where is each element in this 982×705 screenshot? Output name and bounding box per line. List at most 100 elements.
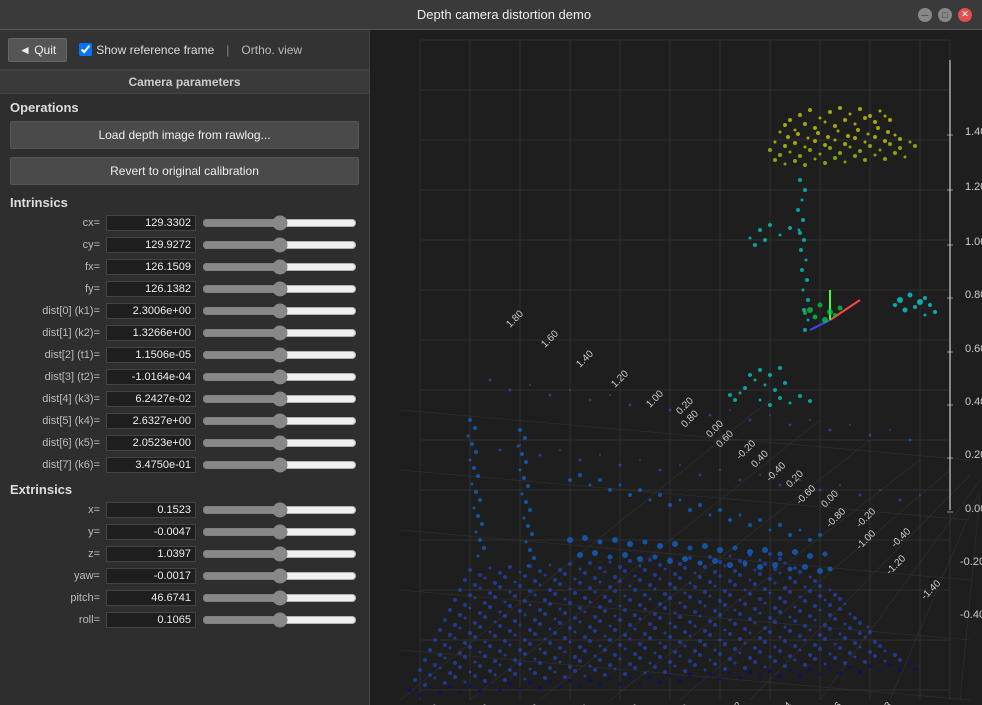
extrinsics-label: Extrinsics: [0, 476, 369, 499]
show-ref-frame-input[interactable]: [79, 43, 92, 56]
load-depth-button[interactable]: Load depth image from rawlog...: [10, 121, 359, 149]
axis-label-060: 0.60: [965, 343, 982, 355]
param-slider[interactable]: [202, 370, 357, 384]
intrinsic-row: cy=: [0, 234, 369, 256]
extrinsic-row: z=: [0, 543, 369, 565]
param-label: fx=: [6, 261, 106, 273]
param-value-input[interactable]: [106, 546, 196, 562]
param-slider[interactable]: [202, 503, 357, 517]
intrinsics-label: Intrinsics: [0, 189, 369, 212]
param-value-input[interactable]: [106, 259, 196, 275]
param-value-input[interactable]: [106, 413, 196, 429]
axis-label-neg040: -0.40: [960, 609, 982, 621]
intrinsic-row: dist[2] (t1)=: [0, 344, 369, 366]
param-label: dist[5] (k4)=: [6, 415, 106, 427]
param-label: dist[3] (t2)=: [6, 371, 106, 383]
param-slider[interactable]: [202, 282, 357, 296]
extrinsic-row: y=: [0, 521, 369, 543]
axis-label-000: 0.00: [965, 503, 982, 515]
param-label: cy=: [6, 239, 106, 251]
param-slider[interactable]: [202, 525, 357, 539]
param-slider[interactable]: [202, 458, 357, 472]
intrinsics-rows: cx= cy= fx= fy= dist[0] (k1)= dist[1] (k2)= di…: [0, 212, 369, 476]
axis-label-neg020: -0.20: [960, 556, 982, 568]
window-title: Depth camera distortion demo: [90, 7, 918, 22]
param-value-input[interactable]: [106, 347, 196, 363]
param-label: cx=: [6, 217, 106, 229]
param-value-input[interactable]: [106, 612, 196, 628]
operations-label: Operations: [0, 94, 369, 117]
axis-label-140: 1.40: [965, 126, 982, 138]
param-slider[interactable]: [202, 569, 357, 583]
param-value-input[interactable]: [106, 303, 196, 319]
show-ref-frame-label: Show reference frame: [96, 43, 214, 57]
param-label: dist[1] (k2)=: [6, 327, 106, 339]
param-value-input[interactable]: [106, 281, 196, 297]
param-value-input[interactable]: [106, 524, 196, 540]
left-panel: ◄ Quit Show reference frame | Ortho. vie…: [0, 30, 370, 705]
param-slider[interactable]: [202, 613, 357, 627]
intrinsic-row: dist[6] (k5)=: [0, 432, 369, 454]
intrinsic-row: cx=: [0, 212, 369, 234]
intrinsic-row: dist[7] (k6)=: [0, 454, 369, 476]
param-slider[interactable]: [202, 591, 357, 605]
param-slider[interactable]: [202, 260, 357, 274]
camera-params-header: Camera parameters: [0, 70, 369, 94]
param-slider[interactable]: [202, 304, 357, 318]
param-label: pitch=: [6, 592, 106, 604]
axis-label-100: 1.00: [965, 236, 982, 248]
param-label: dist[6] (k5)=: [6, 437, 106, 449]
extrinsics-rows: x= y= z= yaw= pitch= roll=: [0, 499, 369, 631]
close-button[interactable]: ✕: [958, 8, 972, 22]
param-value-input[interactable]: [106, 325, 196, 341]
param-value-input[interactable]: [106, 435, 196, 451]
extrinsic-row: yaw=: [0, 565, 369, 587]
axis-label-120: 1.20: [965, 181, 982, 193]
maximize-button[interactable]: □: [938, 8, 952, 22]
show-reference-frame-checkbox[interactable]: Show reference frame: [79, 43, 214, 57]
param-slider[interactable]: [202, 392, 357, 406]
param-label: fy=: [6, 283, 106, 295]
param-label: dist[0] (k1)=: [6, 305, 106, 317]
param-label: z=: [6, 548, 106, 560]
params-area: Operations Load depth image from rawlog.…: [0, 94, 369, 705]
param-slider[interactable]: [202, 547, 357, 561]
param-label: dist[7] (k6)=: [6, 459, 106, 471]
param-value-input[interactable]: [106, 215, 196, 231]
visualization-svg: 1.40 1.20 1.00 0.80 0.60 0.40 0.20 0.00 …: [370, 30, 982, 705]
right-panel: 1.40 1.20 1.00 0.80 0.60 0.40 0.20 0.00 …: [370, 30, 982, 705]
intrinsic-row: fy=: [0, 278, 369, 300]
param-value-input[interactable]: [106, 391, 196, 407]
param-slider[interactable]: [202, 216, 357, 230]
main-layout: ◄ Quit Show reference frame | Ortho. vie…: [0, 30, 982, 705]
axis-label-080: 0.80: [965, 289, 982, 301]
param-value-input[interactable]: [106, 237, 196, 253]
param-value-input[interactable]: [106, 369, 196, 385]
intrinsic-row: dist[0] (k1)=: [0, 300, 369, 322]
param-label: x=: [6, 504, 106, 516]
param-label: dist[2] (t1)=: [6, 349, 106, 361]
intrinsic-row: dist[1] (k2)=: [0, 322, 369, 344]
param-value-input[interactable]: [106, 457, 196, 473]
param-value-input[interactable]: [106, 590, 196, 606]
window-controls: ─ □ ✕: [918, 8, 972, 22]
param-label: dist[4] (k3)=: [6, 393, 106, 405]
param-slider[interactable]: [202, 326, 357, 340]
intrinsic-row: dist[3] (t2)=: [0, 366, 369, 388]
revert-calibration-button[interactable]: Revert to original calibration: [10, 157, 359, 185]
extrinsic-row: x=: [0, 499, 369, 521]
ortho-view-label: Ortho. view: [241, 43, 302, 57]
extrinsic-row: roll=: [0, 609, 369, 631]
quit-button[interactable]: ◄ Quit: [8, 38, 67, 62]
param-slider[interactable]: [202, 414, 357, 428]
param-slider[interactable]: [202, 348, 357, 362]
intrinsic-row: fx=: [0, 256, 369, 278]
param-slider[interactable]: [202, 238, 357, 252]
param-value-input[interactable]: [106, 502, 196, 518]
param-label: yaw=: [6, 570, 106, 582]
intrinsic-row: dist[5] (k4)=: [0, 410, 369, 432]
titlebar: Depth camera distortion demo ─ □ ✕: [0, 0, 982, 30]
param-slider[interactable]: [202, 436, 357, 450]
minimize-button[interactable]: ─: [918, 8, 932, 22]
param-value-input[interactable]: [106, 568, 196, 584]
